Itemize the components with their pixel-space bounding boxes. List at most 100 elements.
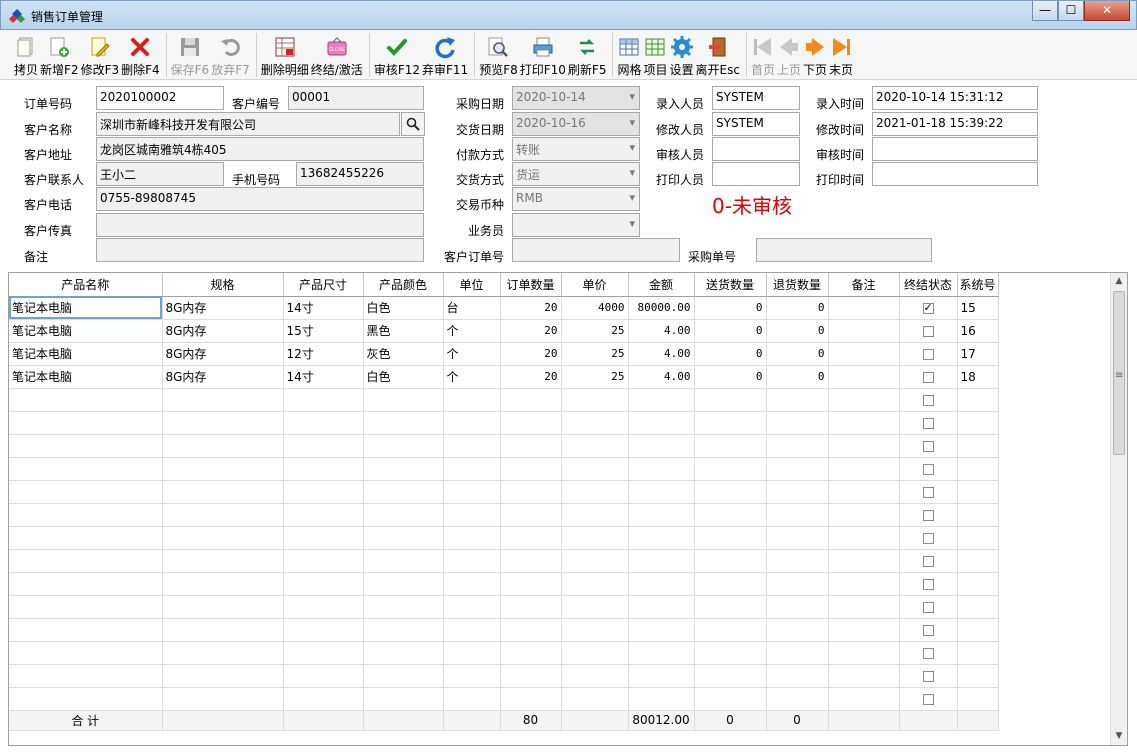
cell-color[interactable]: 白色 [363, 296, 444, 320]
cell-qty[interactable] [500, 503, 562, 527]
table-row-empty[interactable] [9, 572, 999, 596]
cell-name[interactable]: 笔记本电脑 [9, 296, 163, 320]
toolbar-button-preview-magnifier[interactable]: 预览F8 [479, 30, 518, 80]
closed-checkbox[interactable] [922, 440, 934, 452]
printed-by-field[interactable] [712, 162, 800, 186]
cell-remark[interactable] [828, 572, 900, 596]
cell-delivered[interactable] [694, 641, 767, 665]
closed-checkbox[interactable] [922, 486, 934, 498]
cell-closed[interactable] [899, 549, 958, 573]
cell-amount[interactable] [628, 526, 695, 550]
cell-spec[interactable] [162, 503, 284, 527]
cell-unit[interactable] [443, 572, 501, 596]
cell-name[interactable] [9, 595, 163, 619]
cell-price[interactable]: 25 [561, 319, 629, 343]
column-header[interactable]: 终结状态 [899, 273, 958, 297]
purchase-no-field[interactable] [756, 238, 932, 262]
cell-returned[interactable] [766, 388, 829, 412]
cell-amount[interactable] [628, 687, 695, 711]
cell-color[interactable] [363, 641, 444, 665]
audited-by-field[interactable] [712, 137, 800, 161]
column-header[interactable]: 送货数量 [694, 273, 767, 297]
toolbar-button-close-sign[interactable]: CLOSE 终结/激活 [311, 30, 363, 80]
cell-amount[interactable]: 80000.00 [628, 296, 695, 320]
cell-remark[interactable] [828, 618, 900, 642]
cell-delivered[interactable] [694, 618, 767, 642]
cell-remark[interactable] [828, 641, 900, 665]
cell-name[interactable] [9, 411, 163, 435]
cell-price[interactable]: 25 [561, 342, 629, 366]
cell-spec[interactable] [162, 664, 284, 688]
remark-field[interactable] [96, 238, 424, 262]
column-header[interactable]: 规格 [162, 273, 284, 297]
cell-remark[interactable] [828, 526, 900, 550]
vertical-scrollbar[interactable]: ▲ ▼ [1110, 273, 1127, 745]
cell-amount[interactable] [628, 388, 695, 412]
cell-delivered[interactable] [694, 503, 767, 527]
cell-price[interactable] [561, 480, 629, 504]
cell-returned[interactable] [766, 457, 829, 481]
toolbar-button-checkmark[interactable]: 审核F12 [374, 30, 420, 80]
cell-unit[interactable]: 个 [443, 342, 501, 366]
currency-select[interactable]: RMB [512, 187, 640, 211]
cell-qty[interactable] [500, 618, 562, 642]
cell-spec[interactable] [162, 595, 284, 619]
cell-name[interactable] [9, 480, 163, 504]
cell-unit[interactable] [443, 595, 501, 619]
cell-qty[interactable] [500, 480, 562, 504]
cell-delivered[interactable] [694, 664, 767, 688]
cell-returned[interactable]: 0 [766, 365, 829, 389]
cell-size[interactable]: 14寸 [283, 296, 364, 320]
cell-price[interactable] [561, 664, 629, 688]
cell-remark[interactable] [828, 319, 900, 343]
cell-name[interactable]: 笔记本电脑 [9, 342, 163, 366]
cell-qty[interactable] [500, 595, 562, 619]
table-row-empty[interactable] [9, 595, 999, 619]
cell-qty[interactable]: 20 [500, 365, 562, 389]
closed-checkbox[interactable] [922, 301, 934, 314]
cell-closed[interactable] [899, 296, 958, 320]
cell-delivered[interactable] [694, 595, 767, 619]
cell-color[interactable]: 黑色 [363, 319, 444, 343]
closed-checkbox[interactable] [922, 693, 934, 705]
cell-name[interactable] [9, 457, 163, 481]
cell-sysno[interactable] [957, 457, 999, 481]
closed-checkbox[interactable] [922, 463, 934, 475]
toolbar-button-copy[interactable]: 拷贝 [14, 30, 38, 80]
cell-size[interactable] [283, 641, 364, 665]
cell-delivered[interactable]: 0 [694, 296, 767, 320]
cell-closed[interactable] [899, 388, 958, 412]
closed-checkbox[interactable] [922, 417, 934, 429]
cell-sysno[interactable]: 17 [957, 342, 999, 366]
cell-sysno[interactable]: 18 [957, 365, 999, 389]
order-no-field[interactable]: 2020100002 [96, 86, 224, 110]
toolbar-button-refresh[interactable]: 刷新F5 [568, 30, 606, 80]
cell-name[interactable] [9, 549, 163, 573]
cell-price[interactable] [561, 457, 629, 481]
cell-closed[interactable] [899, 434, 958, 458]
scroll-up-arrow-icon[interactable]: ▲ [1111, 273, 1127, 290]
cell-color[interactable] [363, 664, 444, 688]
cell-color[interactable]: 灰色 [363, 342, 444, 366]
column-header[interactable]: 退货数量 [766, 273, 829, 297]
cell-sysno[interactable] [957, 526, 999, 550]
fax-field[interactable] [96, 213, 424, 237]
phone-field[interactable]: 0755-89808745 [96, 187, 424, 211]
cell-spec[interactable]: 8G内存 [162, 296, 284, 320]
cell-amount[interactable] [628, 572, 695, 596]
column-header[interactable]: 系统号 [957, 273, 999, 297]
cell-size[interactable] [283, 388, 364, 412]
column-header[interactable]: 单价 [561, 273, 629, 297]
closed-checkbox[interactable] [922, 578, 934, 590]
table-row-empty[interactable] [9, 388, 999, 412]
cell-remark[interactable] [828, 365, 900, 389]
cell-unit[interactable] [443, 687, 501, 711]
cell-qty[interactable] [500, 388, 562, 412]
cell-amount[interactable]: 4.00 [628, 319, 695, 343]
cell-unit[interactable]: 个 [443, 365, 501, 389]
cell-returned[interactable] [766, 480, 829, 504]
cell-remark[interactable] [828, 411, 900, 435]
cell-color[interactable] [363, 434, 444, 458]
cell-color[interactable] [363, 388, 444, 412]
cell-size[interactable] [283, 664, 364, 688]
